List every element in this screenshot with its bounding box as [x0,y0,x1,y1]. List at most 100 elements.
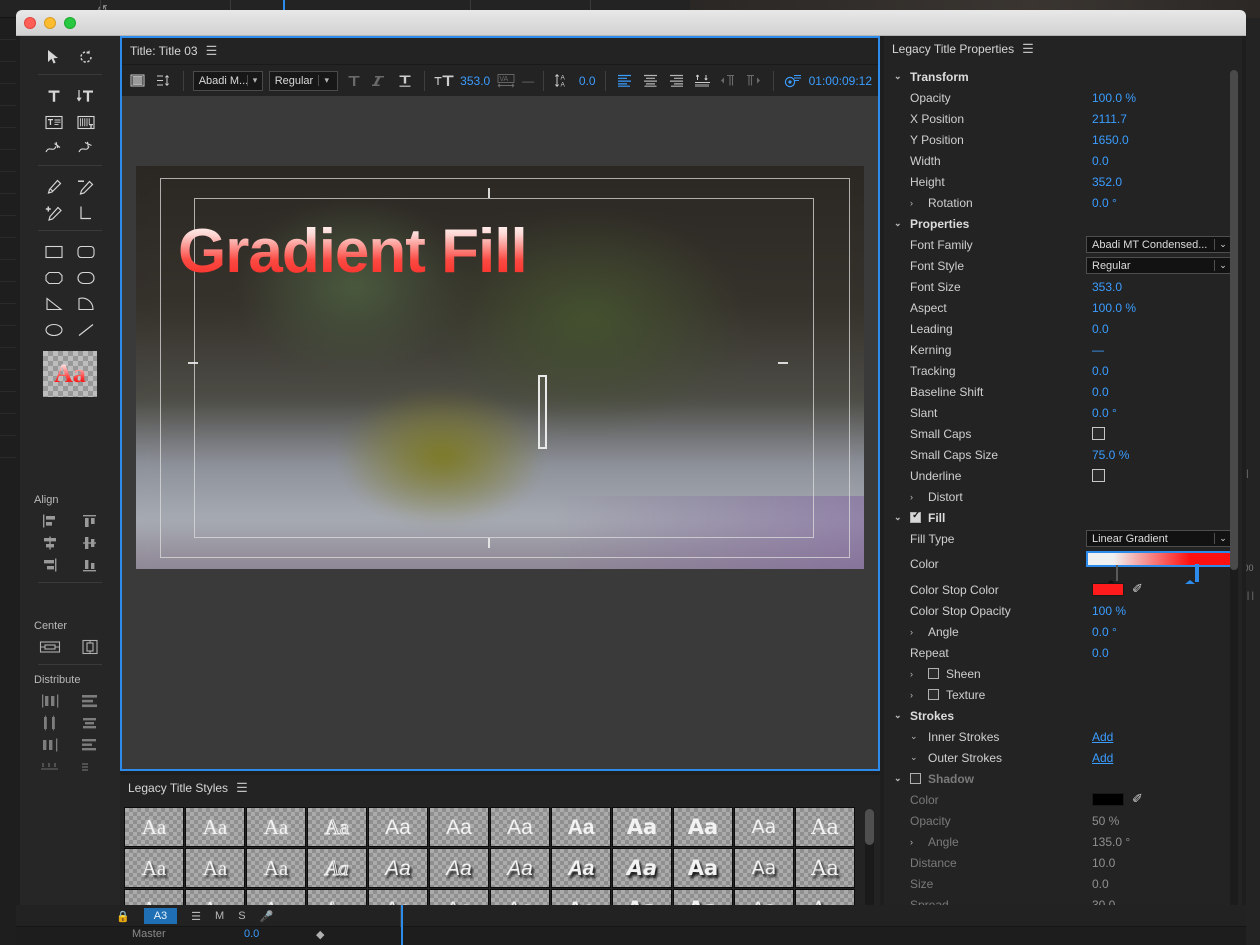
property-value[interactable]: 100.0 % [1092,91,1136,105]
style-swatch[interactable]: Aa [246,807,306,847]
gradient-stop[interactable] [1185,564,1200,584]
chevron-right-icon[interactable]: › [910,690,913,700]
properties-panel-menu-icon[interactable]: ☰ [1022,41,1034,57]
eyedropper-icon[interactable]: ✐ [1132,791,1143,807]
distribute-left-icon[interactable] [37,690,63,712]
chevron-right-icon[interactable]: › [910,837,913,847]
kerning-value[interactable]: — [522,74,534,88]
style-swatch[interactable]: Aa [612,807,672,847]
property-value[interactable]: 50 % [1092,814,1119,828]
property-group-transform[interactable]: ⌄ Transform [884,66,1236,87]
style-swatch[interactable]: Aa [185,848,245,888]
tab-stops-icon[interactable] [692,70,712,92]
ellipse-tool[interactable] [38,317,70,343]
style-swatch[interactable]: Aa [124,807,184,847]
distribute-bottom-icon[interactable] [77,734,103,756]
arc-tool[interactable] [70,291,102,317]
solo-button[interactable]: S [238,910,245,922]
show-safe-margins-icon[interactable] [154,70,174,92]
style-swatch[interactable]: Aa [551,807,611,847]
property-group-properties[interactable]: ⌄ Properties [884,213,1236,234]
property-dropdown[interactable]: Regular ⌄ [1086,257,1232,274]
line-tool[interactable] [70,317,102,343]
vertical-area-type-tool[interactable] [70,109,102,135]
roll-crawl-options-icon[interactable] [783,70,803,92]
style-swatch[interactable]: Aa [124,848,184,888]
chevron-right-icon[interactable]: › [910,627,913,637]
distribute-spacing-vertical-icon[interactable] [77,756,103,778]
font-size-value[interactable]: 353.0 [460,74,490,88]
style-swatch[interactable]: Aa [734,848,794,888]
chevron-right-icon[interactable]: ⌄ [910,731,918,742]
chevron-right-icon[interactable]: › [910,492,913,502]
eyedropper-icon[interactable]: ✐ [1132,581,1143,597]
property-value[interactable]: 0.0 ° [1092,625,1117,639]
align-center-icon[interactable] [640,70,660,92]
property-checkbox[interactable] [1092,469,1105,482]
track-name-a3[interactable]: A3 [143,908,178,924]
style-swatch[interactable]: Aa [185,807,245,847]
title-text[interactable]: Gradient Fill [178,216,528,287]
style-swatch[interactable]: Aa [612,848,672,888]
chevron-right-icon[interactable]: › [910,669,913,679]
text-direction-ltr-icon[interactable] [718,70,738,92]
property-value[interactable]: 0.0 ° [1092,406,1117,420]
property-value[interactable]: 0.0 [1092,364,1109,378]
property-dropdown[interactable]: Abadi MT Condensed... ⌄ [1086,236,1232,253]
master-value[interactable]: 0.0 [244,928,259,940]
underline-icon[interactable] [395,70,415,92]
timeline-playhead[interactable] [401,905,403,945]
style-swatch[interactable]: Aa [551,848,611,888]
track-sync-icon[interactable]: ☰ [191,910,201,923]
style-swatch[interactable]: Aa [368,848,428,888]
style-swatch[interactable]: Aa [490,848,550,888]
gradient-stop[interactable] [1106,565,1119,584]
rectangle-tool[interactable] [38,239,70,265]
style-swatch[interactable]: Aa [246,848,306,888]
chevron-down-icon[interactable]: ⌄ [894,512,902,523]
style-swatch[interactable]: Aa [429,848,489,888]
chevron-right-icon[interactable]: ⌄ [910,752,918,763]
property-group-shadow[interactable]: ⌄ Shadow [884,768,1236,789]
style-swatch[interactable]: Aa [368,807,428,847]
italic-icon[interactable] [369,70,389,92]
property-value[interactable]: 0.0 [1092,385,1109,399]
property-value[interactable]: 352.0 [1092,175,1122,189]
lock-icon[interactable]: 🔒 [116,910,130,923]
property-value[interactable]: 100.0 % [1092,301,1136,315]
property-value[interactable]: 2111.7 [1092,112,1127,126]
delete-anchor-tool[interactable] [70,174,102,200]
property-group-checkbox[interactable] [910,773,921,784]
style-swatch[interactable]: Aa [734,807,794,847]
handle-left[interactable] [188,362,198,364]
property-value[interactable]: 0.0 [1092,646,1109,660]
properties-scrollbar[interactable] [1230,70,1238,915]
style-swatch[interactable]: Aa [673,807,733,847]
selection-tool[interactable] [38,44,70,70]
style-swatch[interactable]: Aa [429,807,489,847]
chevron-down-icon[interactable]: ⌄ [894,773,902,784]
font-family-combo[interactable]: Abadi M... ▾ [192,70,263,91]
wedge-tool[interactable] [38,291,70,317]
canvas-panel-menu-icon[interactable]: ☰ [206,43,218,59]
align-bottom-icon[interactable] [77,554,103,576]
center-vertically-icon[interactable] [77,636,103,658]
align-center-vertical-icon[interactable] [77,532,103,554]
align-left-icon[interactable] [37,510,63,532]
area-type-tool[interactable] [38,109,70,135]
style-swatch[interactable]: Aa [795,807,855,847]
handle-bottom[interactable] [488,538,490,548]
style-swatch[interactable]: Aa [307,807,367,847]
property-group-strokes[interactable]: ⌄ Strokes [884,705,1236,726]
title-canvas-stage[interactable]: Gradient Fill [122,98,878,769]
pen-tool[interactable] [38,174,70,200]
center-horizontally-icon[interactable] [37,636,63,658]
color-swatch[interactable] [1092,583,1124,596]
align-right-icon[interactable] [666,70,686,92]
style-swatch[interactable]: Aa [795,848,855,888]
handle-right[interactable] [778,362,788,364]
clipped-corner-rect-tool[interactable] [38,265,70,291]
keyframe-icon[interactable]: ◆ [316,928,324,941]
distribute-center-horizontal-icon[interactable] [37,712,63,734]
property-checkbox[interactable] [928,689,939,700]
